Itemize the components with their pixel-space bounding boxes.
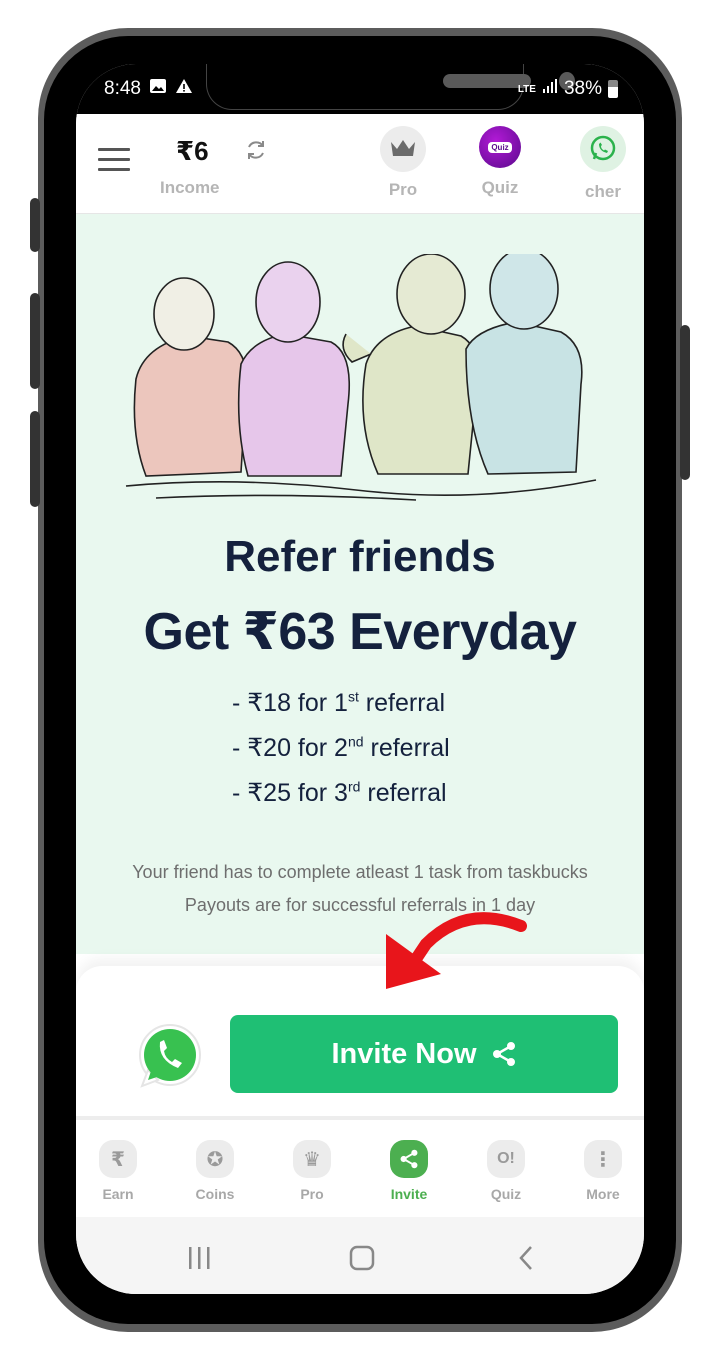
- referral-promo: Refer friends Get ₹63 Everyday - ₹18 for…: [76, 214, 644, 954]
- back-icon: [519, 1246, 532, 1270]
- battery-icon: [608, 80, 618, 98]
- nav-more[interactable]: ⋮ More: [568, 1140, 638, 1202]
- nav-pro-label: Pro: [300, 1186, 324, 1202]
- notch: [206, 64, 575, 110]
- invite-now-label: Invite Now: [331, 1037, 477, 1070]
- quiz-badge-icon: Quiz: [479, 126, 521, 168]
- nav-quiz-label: Quiz: [490, 1186, 522, 1202]
- red-arrow-annotation: [386, 912, 527, 989]
- header-quiz[interactable]: Quiz Quiz: [470, 126, 530, 198]
- quiz-icon: O!: [487, 1140, 525, 1178]
- image-notification-icon: [149, 78, 167, 100]
- whatsapp-icon: [580, 126, 626, 172]
- reward-suffix: referral: [360, 779, 447, 807]
- more-vertical-icon: ⋮: [584, 1140, 622, 1178]
- reward-text: - ₹25 for 3: [232, 779, 348, 807]
- reward-suffix: referral: [363, 734, 450, 762]
- reward-item: - ₹18 for 1st referral: [232, 688, 450, 733]
- promo-title: Refer friends: [224, 532, 496, 581]
- reward-item: - ₹20 for 2nd referral: [232, 733, 450, 778]
- status-bar: 8:48 LTE 38%: [76, 64, 644, 114]
- whatsapp-share-button[interactable]: [134, 1022, 204, 1092]
- phone-side-button: [30, 293, 40, 389]
- rupee-icon: ₹: [99, 1140, 137, 1178]
- payout-note: Payouts are for successful referrals in …: [184, 895, 536, 915]
- income-label: Income: [160, 178, 220, 197]
- hamburger-line: [98, 158, 130, 161]
- app-header: ₹6 Income Pro Quiz Quiz cher: [76, 114, 644, 214]
- header-pro[interactable]: Pro: [373, 126, 433, 200]
- referral-condition-note: Your friend has to complete atleast 1 ta…: [132, 862, 588, 882]
- reward-list: - ₹18 for 1st referral - ₹20 for 2nd ref…: [232, 688, 450, 823]
- crown-icon: ♛: [293, 1140, 331, 1178]
- battery-percent: 38%: [563, 78, 602, 99]
- nav-invite-label: Invite: [390, 1186, 428, 1202]
- nav-quiz[interactable]: O! Quiz: [471, 1140, 541, 1202]
- share-icon: [390, 1140, 428, 1178]
- coin-icon: ✪: [196, 1140, 234, 1178]
- quiz-badge-text: Quiz: [488, 141, 512, 153]
- hamburger-line: [98, 168, 130, 171]
- menu-button[interactable]: [98, 148, 130, 172]
- system-navigation-bar: [76, 1217, 644, 1294]
- home-button[interactable]: [342, 1243, 382, 1273]
- nav-invite[interactable]: Invite: [374, 1140, 444, 1202]
- reward-text: - ₹18 for 1: [232, 689, 348, 717]
- reward-suffix: referral: [358, 689, 445, 717]
- warning-icon: [175, 78, 193, 100]
- reward-ordinal: rd: [347, 778, 361, 795]
- nav-earn[interactable]: ₹ Earn: [83, 1140, 153, 1202]
- recent-apps-icon: [189, 1247, 210, 1269]
- reward-ordinal: st: [347, 688, 359, 705]
- header-pro-label: Pro: [388, 180, 418, 199]
- header-voucher[interactable]: cher: [573, 126, 633, 202]
- home-icon: [349, 1245, 375, 1271]
- invite-now-button[interactable]: Invite Now: [230, 1015, 618, 1093]
- nav-pro[interactable]: ♛ Pro: [277, 1140, 347, 1202]
- nav-coins-label: Coins: [195, 1186, 235, 1202]
- phone-screen: 8:48 LTE 38% ₹6 Income Pro Quiz Quiz che…: [76, 64, 644, 1294]
- share-icon: [492, 1042, 515, 1066]
- signal-icon: [542, 78, 558, 100]
- nav-earn-label: Earn: [102, 1186, 134, 1202]
- recent-apps-button[interactable]: [180, 1243, 220, 1273]
- nav-more-label: More: [586, 1186, 620, 1202]
- hamburger-icon: [98, 148, 130, 151]
- phone-power-button: [680, 325, 690, 480]
- nav-coins[interactable]: ✪ Coins: [180, 1140, 250, 1202]
- header-voucher-label: cher: [585, 182, 621, 201]
- back-button[interactable]: [506, 1243, 546, 1273]
- reward-text: - ₹20 for 2: [232, 734, 348, 762]
- income-value: ₹6: [176, 136, 209, 166]
- lte-icon: LTE: [517, 83, 536, 95]
- friends-illustration: [125, 254, 597, 501]
- reward-item: - ₹25 for 3rd referral: [232, 778, 450, 823]
- refresh-icon[interactable]: [244, 138, 268, 162]
- header-quiz-label: Quiz: [481, 178, 519, 197]
- whatsapp-icon: [139, 1024, 201, 1088]
- phone-side-button: [30, 411, 40, 507]
- bottom-navigation: ₹ Earn ✪ Coins ♛ Pro Invite O! Quiz ⋮ Mo…: [76, 1116, 644, 1216]
- invite-panel: Invite Now: [76, 966, 644, 1126]
- status-time: 8:48: [104, 78, 141, 99]
- reward-ordinal: nd: [347, 733, 364, 750]
- promo-headline: Get ₹63 Everyday: [143, 603, 577, 661]
- crown-icon: [380, 126, 426, 172]
- phone-side-button: [30, 198, 40, 252]
